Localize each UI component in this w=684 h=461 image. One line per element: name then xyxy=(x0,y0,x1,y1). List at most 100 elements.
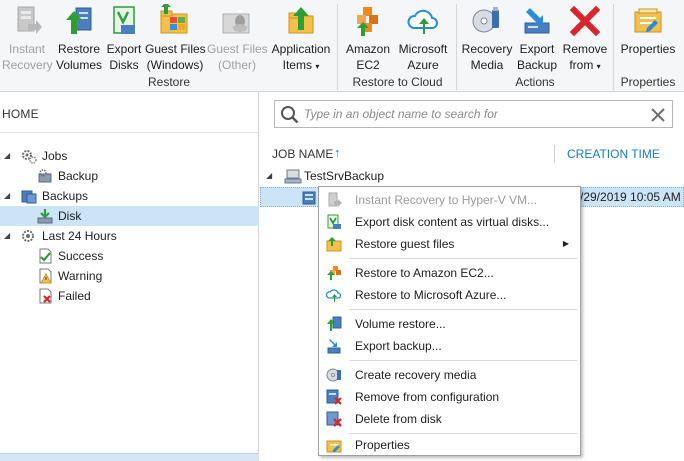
microsoft-azure-label-1: Microsoft xyxy=(398,42,448,56)
guest-files-other-label-2: (Other) xyxy=(217,58,256,72)
disk-backup-icon xyxy=(301,190,317,206)
tree-label-disk: Disk xyxy=(58,209,82,223)
history-gear-icon xyxy=(21,228,37,244)
restore-volumes-button[interactable]: Restore Volumes xyxy=(55,4,103,73)
menu-item-volume-restore[interactable]: Volume restore... xyxy=(320,313,579,335)
amazon-ec2-button[interactable]: Amazon EC2 xyxy=(343,4,393,73)
dropdown-arrow-icon: ▾ xyxy=(596,62,601,71)
remove-from-label-2: from ▾ xyxy=(569,58,601,72)
ribbon-toolbar: Instant Recovery Restore Volumes Export … xyxy=(0,0,684,92)
restore-volumes-label-1: Restore xyxy=(57,42,101,56)
menu-label: Remove from configuration xyxy=(355,390,500,404)
instant-recovery-label-1: Instant xyxy=(8,42,46,56)
divider xyxy=(0,132,259,133)
column-divider[interactable] xyxy=(554,145,555,163)
menu-label: Properties xyxy=(355,438,410,452)
restore-guest-files-icon xyxy=(326,236,342,252)
amazon-ec2-label-2: EC2 xyxy=(356,58,380,72)
application-items-button[interactable]: Application Items ▾ xyxy=(269,4,333,75)
navigation-bottom-bar[interactable] xyxy=(0,453,259,461)
home-label: HOME xyxy=(2,107,39,121)
success-icon xyxy=(37,248,53,264)
tree-item-jobs[interactable]: ◢ Jobs xyxy=(4,146,254,166)
menu-item-export-disk-content[interactable]: Export disk content as virtual disks... xyxy=(320,211,579,233)
backups-icon xyxy=(21,188,37,204)
tree-item-last-24-hours[interactable]: ◢ Last 24 Hours xyxy=(4,226,254,246)
tree-label-failed: Failed xyxy=(58,289,91,303)
remove-from-button[interactable]: Remove from ▾ xyxy=(561,4,609,75)
amazon-ec2-icon xyxy=(351,4,385,38)
menu-item-instant-recovery[interactable]: Instant Recovery to Hyper-V VM... xyxy=(320,189,579,211)
expand-arrow-icon[interactable]: ◢ xyxy=(4,186,14,206)
tree-label-backups: Backups xyxy=(42,189,89,203)
search-input[interactable]: Type in an object name to search for xyxy=(304,107,498,121)
export-backup-button[interactable]: Export Backup xyxy=(515,4,559,73)
column-header-creation-time[interactable]: CREATION TIME xyxy=(567,147,660,161)
tree-item-failed[interactable]: Failed xyxy=(4,286,254,306)
tree-label-last-24-hours: Last 24 Hours xyxy=(42,229,117,243)
menu-item-properties[interactable]: Properties xyxy=(320,434,579,456)
menu-separator xyxy=(349,258,577,259)
backup-job-icon xyxy=(37,168,53,184)
menu-item-restore-to-microsoft-azure[interactable]: Restore to Microsoft Azure... xyxy=(320,284,579,306)
menu-item-create-recovery-media[interactable]: Create recovery media xyxy=(320,364,579,386)
properties-icon xyxy=(631,4,665,38)
restore-volumes-label-2: Volumes xyxy=(55,58,103,72)
column-header-job-name[interactable]: JOB NAME xyxy=(272,147,333,161)
amazon-ec2-icon xyxy=(326,265,342,281)
group-label-restore-to-cloud: Restore to Cloud xyxy=(352,75,443,89)
application-items-label-1: Application xyxy=(271,42,331,56)
instant-recovery-button[interactable]: Instant Recovery xyxy=(2,4,53,73)
search-icon xyxy=(280,105,300,125)
guest-files-windows-label-1: Guest Files xyxy=(145,42,206,56)
tree-label-success: Success xyxy=(58,249,104,263)
menu-label: Export disk content as virtual disks... xyxy=(355,215,550,229)
export-disks-button[interactable]: Export Disks xyxy=(105,4,143,73)
tree-item-warning[interactable]: Warning xyxy=(4,266,254,286)
remove-from-icon xyxy=(568,4,602,38)
expand-arrow-icon[interactable]: ◢ xyxy=(266,171,272,180)
menu-item-export-backup[interactable]: Export backup... xyxy=(320,335,579,357)
properties-button[interactable]: Properties xyxy=(617,4,679,57)
expand-arrow-icon[interactable]: ◢ xyxy=(4,146,14,166)
menu-label: Restore to Amazon EC2... xyxy=(355,266,494,280)
menu-separator xyxy=(349,309,577,310)
tree-item-backup-job[interactable]: Backup xyxy=(4,166,254,186)
clear-search-icon[interactable] xyxy=(649,106,667,124)
menu-label: Volume restore... xyxy=(355,317,446,331)
tree-item-backups[interactable]: ◢ Backups xyxy=(4,186,254,206)
guest-files-other-label-1: Guest Files xyxy=(207,42,268,56)
menu-label: Restore to Microsoft Azure... xyxy=(355,288,507,302)
menu-item-restore-guest-files[interactable]: Restore guest files ▶ xyxy=(320,233,579,255)
failed-icon xyxy=(37,288,53,304)
guest-files-other-icon xyxy=(220,4,254,38)
guest-files-windows-button[interactable]: Guest Files (Windows) xyxy=(145,2,206,73)
microsoft-azure-icon xyxy=(325,287,342,303)
recovery-media-button[interactable]: Recovery Media xyxy=(461,4,513,73)
menu-item-remove-from-configuration[interactable]: Remove from configuration xyxy=(320,386,579,408)
menu-item-restore-to-amazon-ec2[interactable]: Restore to Amazon EC2... xyxy=(320,262,579,284)
remove-from-label-1: Remove xyxy=(562,42,608,56)
tree-item-disk[interactable]: Disk xyxy=(4,206,254,226)
menu-label: Instant Recovery to Hyper-V VM... xyxy=(355,193,538,207)
guest-files-windows-label-2: (Windows) xyxy=(146,58,204,72)
expand-arrow-icon[interactable]: ◢ xyxy=(4,226,14,246)
menu-item-delete-from-disk[interactable]: Delete from disk xyxy=(320,408,579,430)
menu-label: Restore guest files xyxy=(355,237,455,251)
group-separator xyxy=(337,4,338,90)
search-box[interactable]: Type in an object name to search for xyxy=(274,100,673,128)
export-disks-icon xyxy=(107,4,141,38)
submenu-arrow-icon: ▶ xyxy=(562,239,569,248)
table-row-job-name[interactable]: TestSrvBackup xyxy=(304,169,384,183)
job-server-icon xyxy=(284,168,302,184)
group-label-properties: Properties xyxy=(620,75,676,89)
group-label-actions: Actions xyxy=(515,75,555,89)
recovery-media-label-2: Media xyxy=(470,58,504,72)
microsoft-azure-button[interactable]: Microsoft Azure xyxy=(395,4,451,73)
creation-time-value: /29/2019 10:05 AM xyxy=(580,190,681,204)
navigation-pane: HOME ◢ Jobs Backup ◢ Backups Disk ◢ Last… xyxy=(0,92,259,461)
tree-item-success[interactable]: Success xyxy=(4,246,254,266)
guest-files-other-button[interactable]: Guest Files (Other) xyxy=(207,4,268,73)
disk-icon xyxy=(37,208,53,224)
menu-label: Delete from disk xyxy=(355,412,442,426)
